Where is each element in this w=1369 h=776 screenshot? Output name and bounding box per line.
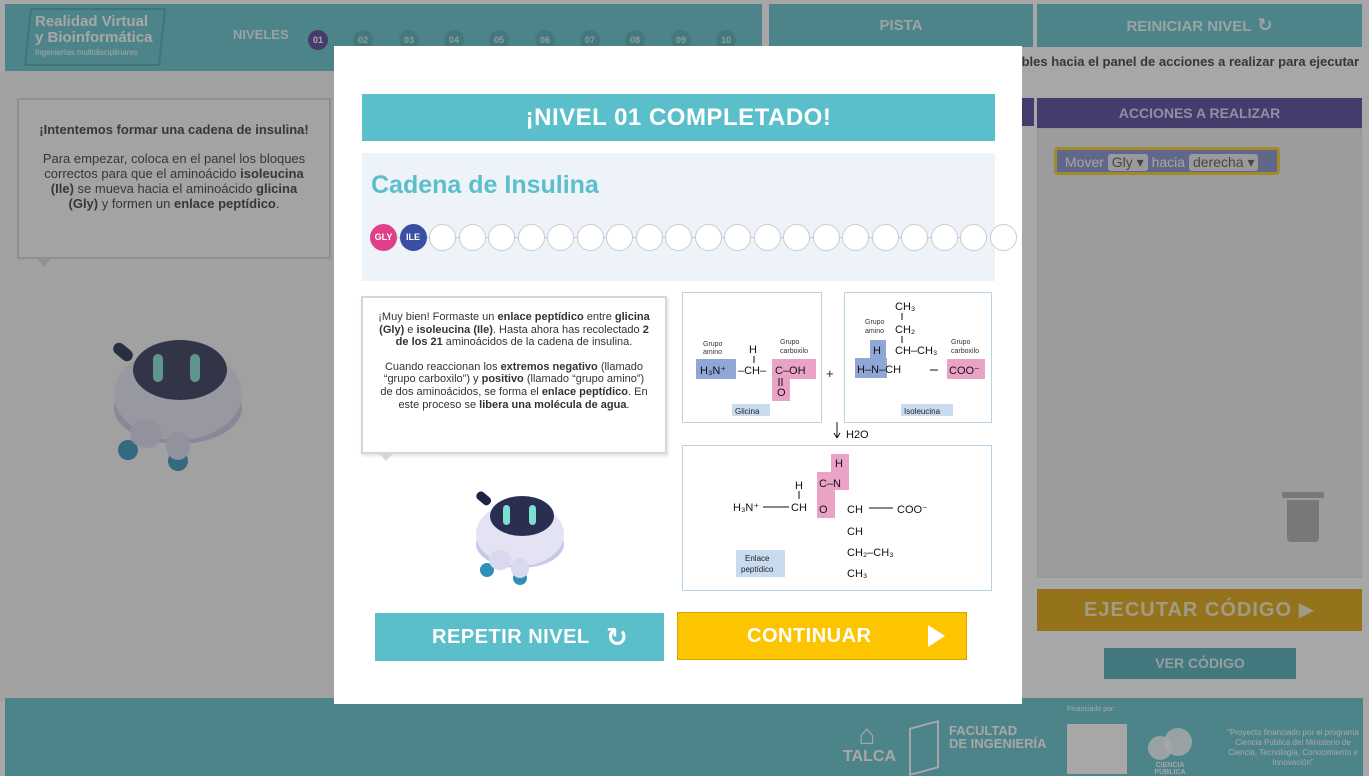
msg-text: entre [583, 311, 615, 323]
svg-text:H₃N⁺: H₃N⁺ [733, 502, 759, 514]
chain-bead-empty [989, 224, 1017, 251]
continue-button[interactable]: CONTINUAR [677, 612, 967, 660]
restart-icon: ↻ [606, 622, 629, 652]
svg-text:–CH–: –CH– [738, 365, 767, 377]
amino-group-label: amino [703, 349, 722, 356]
carboxyl-group-label: carboxilo [951, 348, 979, 355]
svg-text:H: H [795, 480, 803, 492]
chain-bead-empty [960, 224, 987, 251]
peptide-bond-label: peptídico [741, 565, 774, 574]
msg-text: Cuando reaccionan los [384, 360, 501, 373]
carboxyl-group-label: Grupo [951, 339, 971, 346]
chain-bead-empty [753, 224, 781, 251]
chain-bead-empty [458, 224, 486, 251]
glycine-label: Glicina [735, 407, 760, 416]
carboxyl-group-label: carboxilo [780, 348, 808, 355]
chain-bead-ile: ILE [399, 224, 427, 251]
dipeptide-diagram: H C–N O H H₃N⁺ CH CH COO⁻ CH CH₂–CH₃ CH₃… [682, 445, 992, 591]
insulin-chain-panel: Cadena de Insulina GLY ILE [362, 153, 1017, 281]
amino-group-label: Grupo [865, 319, 885, 326]
carboxyl-group-label: Grupo [780, 339, 800, 346]
level-complete-modal: ¡NIVEL 01 COMPLETADO! Cadena de Insulina… [334, 46, 1022, 704]
chain-bead-gly: GLY [370, 224, 397, 251]
msg-text: aminoácidos de la cadena de insulina. [442, 336, 633, 349]
glycine-diagram: Grupo amino Grupo carboxilo H₃N⁺ –CH– H … [682, 292, 822, 423]
chain-bead-empty [930, 224, 958, 251]
svg-text:H–N–CH: H–N–CH [857, 364, 901, 376]
msg-bold: extremos negativo [500, 360, 598, 373]
svg-text:CH₃: CH₃ [895, 301, 915, 313]
water-release-arrow: H2O [833, 422, 869, 441]
explanation-paragraph-1: ¡Muy bien! Formaste un enlace peptídico … [377, 311, 651, 349]
chain-bead-empty [488, 224, 515, 251]
svg-text:CH₂–CH₃: CH₂–CH₃ [847, 547, 894, 559]
chain-title: Cadena de Insulina [371, 171, 599, 199]
chain-bead-empty [842, 224, 869, 251]
svg-text:C–OH: C–OH [775, 365, 806, 377]
msg-bold: libera una molécula de agua [479, 398, 627, 411]
water-label: H2O [846, 429, 869, 441]
msg-bold: enlace peptídico [541, 385, 629, 398]
msg-text: . [626, 398, 630, 411]
chain-bead-empty [517, 224, 545, 251]
robot-mascot-small [476, 491, 564, 585]
svg-text:CH: CH [847, 504, 863, 516]
chain-bead-empty [665, 224, 692, 251]
peptide-bond-label: Enlace [745, 554, 770, 563]
msg-bold: positivo [481, 373, 524, 386]
continue-label: CONTINUAR [747, 625, 872, 647]
chain-bead-empty [635, 224, 663, 251]
msg-text: . Hasta ahora has recolectado [492, 323, 643, 336]
explanation-paragraph-2: Cuando reaccionan los extremos negativo … [377, 361, 651, 411]
chain-bead-empty [429, 224, 456, 251]
amino-group-label: Grupo [703, 341, 723, 348]
chain-bead-empty [724, 224, 751, 251]
msg-bold: enlace peptídico [497, 311, 584, 323]
explanation-bubble: ¡Muy bien! Formaste un enlace peptídico … [361, 296, 667, 454]
modal-title: ¡NIVEL 01 COMPLETADO! [362, 94, 995, 141]
chain-bead-empty [576, 224, 604, 251]
bubble-tail [378, 452, 394, 461]
isoleucine-diagram: CH₃ CH₂ Grupo amino H CH–CH₃ H–N–CH Grup… [844, 292, 992, 423]
svg-text:CH–CH₃: CH–CH₃ [895, 345, 937, 357]
svg-text:CH₃: CH₃ [847, 568, 867, 580]
chain-bead-empty [547, 224, 574, 251]
amino-group-label: amino [865, 328, 884, 335]
chain-bead-empty [812, 224, 840, 251]
svg-text:O: O [777, 387, 786, 399]
svg-text:COO⁻: COO⁻ [897, 504, 928, 516]
chain-bead-empty [871, 224, 899, 251]
isoleucine-label: Isoleucina [904, 407, 941, 416]
svg-text:CH: CH [847, 526, 863, 538]
svg-text:O: O [819, 504, 828, 516]
chain-bead-empty [901, 224, 928, 251]
chain-bead-empty [783, 224, 810, 251]
svg-text:H: H [835, 458, 843, 470]
repeat-level-label: REPETIR NIVEL [432, 626, 590, 648]
svg-text:H₃N⁺: H₃N⁺ [700, 365, 726, 377]
chain-bead-empty [606, 224, 633, 251]
msg-bold: isoleucina (Ile) [416, 323, 493, 336]
svg-text:CH₂: CH₂ [895, 324, 915, 336]
msg-text: ¡Muy bien! Formaste un [378, 311, 498, 323]
msg-text: e [404, 323, 417, 336]
svg-text:H: H [749, 344, 757, 356]
repeat-level-button[interactable]: REPETIR NIVEL ↻ [375, 613, 664, 661]
svg-text:H: H [873, 345, 881, 357]
plus-sign: + [826, 366, 834, 381]
svg-text:COO⁻: COO⁻ [949, 365, 980, 377]
svg-text:CH: CH [791, 502, 807, 514]
svg-text:C–N: C–N [819, 478, 841, 490]
chain-bead-empty [694, 224, 722, 251]
play-icon [928, 625, 945, 647]
